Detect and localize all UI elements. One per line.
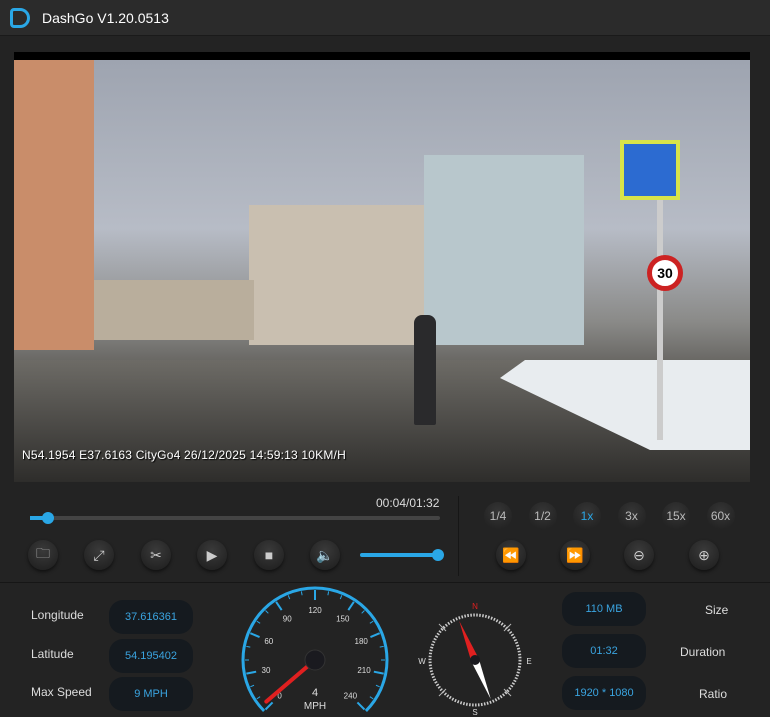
speedometer-tick	[287, 595, 291, 600]
compass-west: W	[418, 657, 426, 666]
speed-button-3x[interactable]: 3x	[617, 502, 646, 530]
seek-handle[interactable]	[42, 512, 54, 524]
speed-unit: MPH	[304, 701, 326, 712]
latitude-label: Latitude	[31, 647, 74, 661]
zoom-out-button[interactable]: ⊖	[624, 540, 654, 570]
size-label: Size	[705, 603, 729, 617]
compass-north: N	[472, 602, 478, 611]
speedometer-tick-label: 120	[308, 606, 322, 615]
open-folder-button[interactable]: 🗀	[28, 540, 58, 570]
longitude-value: 37.616361	[109, 600, 193, 634]
speedometer-tick-label: 150	[336, 614, 350, 623]
fast-forward-icon: ⏩	[566, 546, 584, 563]
app-title: DashGo V1.20.0513	[42, 9, 169, 26]
speedometer-tick	[356, 701, 366, 711]
speedometer-tick	[327, 591, 330, 596]
zoom-in-icon: ⊕	[698, 546, 710, 563]
speed-button-60x[interactable]: 60x	[706, 502, 735, 530]
speedometer-tick	[275, 601, 283, 611]
compass-hub	[470, 655, 480, 665]
ratio-label: Ratio	[699, 687, 728, 701]
speed-limit-sign: 30	[647, 255, 683, 291]
speedometer-tick	[375, 684, 380, 688]
speedometer-tick-label: 90	[283, 614, 292, 623]
stop-icon: ■	[264, 547, 274, 563]
rewind-button[interactable]: ⏪	[496, 540, 526, 570]
video-osd-text: N54.1954 E37.6163 CityGo4 26/12/2025 14:…	[22, 448, 346, 462]
duration-label: Duration	[680, 645, 726, 659]
speed-button-1x[interactable]: 1x	[573, 502, 601, 530]
speed-value: 4	[312, 687, 318, 699]
fast-forward-button[interactable]: ⏩	[560, 540, 590, 570]
playback-time: 00:04/01:32	[376, 496, 440, 510]
rewind-icon: ⏪	[502, 546, 520, 563]
divider	[458, 496, 459, 576]
latitude-value: 54.195402	[109, 639, 193, 673]
compass: N E S W	[418, 602, 531, 717]
play-button[interactable]: ▶	[197, 540, 227, 570]
speedometer-tick	[370, 632, 381, 638]
volume-handle[interactable]	[432, 549, 444, 561]
speedometer-tick	[249, 632, 260, 638]
speedometer-tick	[339, 595, 343, 600]
speedometer-hub	[304, 649, 326, 671]
speedometer-tick	[246, 645, 251, 648]
speedometer-tick	[379, 645, 384, 648]
speedometer-tick	[256, 620, 261, 624]
speedometer-tick	[373, 670, 384, 675]
speed-button-1-2[interactable]: 1/2	[528, 502, 557, 530]
speedometer-tick	[246, 670, 257, 675]
divider	[0, 582, 770, 583]
speedometer-tick-label: 30	[262, 666, 271, 675]
speedometer-tick-label: 240	[344, 691, 358, 700]
fullscreen-button[interactable]: ⤢	[84, 540, 114, 570]
size-value: 110 MB	[562, 592, 646, 626]
seek-bar[interactable]	[30, 512, 440, 524]
compass-east: E	[526, 657, 531, 666]
zoom-out-icon: ⊖	[633, 546, 645, 563]
stop-button[interactable]: ■	[254, 540, 284, 570]
max-speed-value: 9 MPH	[109, 677, 193, 711]
speaker-icon: 🔈	[316, 546, 334, 563]
speedometer-tick	[265, 610, 269, 614]
folder-icon: 🗀	[36, 545, 50, 561]
mute-button[interactable]: 🔈	[310, 540, 340, 570]
longitude-label: Longitude	[31, 608, 84, 622]
video-player[interactable]: 30 N54.1954 E37.6163 CityGo4 26/12/2025 …	[14, 52, 750, 482]
ratio-value: 1920 * 1080	[562, 676, 646, 710]
max-speed-label: Max Speed	[31, 685, 92, 699]
speedometer-tick	[369, 696, 374, 700]
speedometer: 0306090120150180210240 4 MPH	[241, 586, 389, 712]
zoom-in-button[interactable]: ⊕	[689, 540, 719, 570]
speed-button-15x[interactable]: 15x	[662, 502, 690, 530]
speedometer-tick	[256, 696, 261, 700]
clip-button[interactable]: ✂	[141, 540, 171, 570]
compass-south: S	[472, 708, 477, 717]
speedometer-tick	[369, 620, 374, 624]
speedometer-tick	[300, 591, 303, 596]
speedometer-tick-label: 60	[264, 637, 273, 646]
speedometer-tick	[250, 684, 255, 688]
play-icon: ▶	[206, 546, 218, 563]
duration-value: 01:32	[562, 634, 646, 668]
video-frame: 30 N54.1954 E37.6163 CityGo4 26/12/2025 …	[14, 60, 750, 482]
speedometer-tick	[347, 601, 355, 611]
scissors-icon: ✂	[150, 546, 162, 563]
expand-icon: ⤢	[93, 546, 105, 563]
speedometer-tick	[361, 610, 365, 614]
speedometer-tick-label: 180	[355, 637, 369, 646]
title-bar: DashGo V1.20.0513	[0, 0, 770, 36]
volume-slider[interactable]	[360, 549, 444, 561]
speedometer-tick-label: 210	[357, 666, 371, 675]
app-logo-icon	[10, 7, 30, 28]
speed-button-1-4[interactable]: 1/4	[484, 502, 512, 530]
